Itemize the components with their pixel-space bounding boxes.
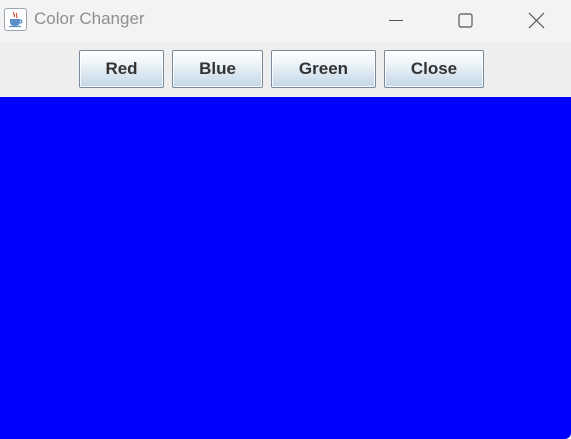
blue-button[interactable]: Blue	[172, 50, 263, 88]
close-window-button[interactable]	[513, 0, 559, 42]
title-bar[interactable]: Color Changer	[0, 0, 571, 42]
button-panel: Red Blue Green Close	[0, 42, 571, 97]
red-button[interactable]: Red	[79, 50, 164, 88]
close-button[interactable]: Close	[384, 50, 484, 88]
maximize-button[interactable]	[442, 0, 488, 42]
minimize-button[interactable]	[373, 0, 419, 42]
color-changer-window: Color Changer Red Blue Green Close	[0, 0, 571, 439]
color-panel	[0, 97, 571, 439]
maximize-icon	[458, 13, 473, 28]
green-button[interactable]: Green	[271, 50, 376, 88]
java-cup-icon[interactable]	[4, 8, 27, 31]
window-title: Color Changer	[34, 9, 145, 28]
minimize-icon	[389, 20, 403, 21]
close-icon	[528, 12, 545, 29]
